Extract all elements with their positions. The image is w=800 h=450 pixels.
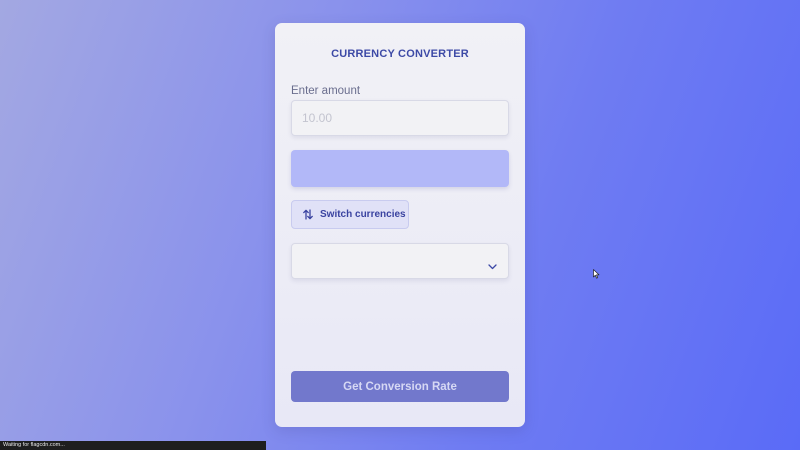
to-currency-select[interactable]: [291, 243, 509, 279]
amount-input[interactable]: [291, 100, 509, 136]
chevron-down-icon: [488, 257, 497, 275]
get-conversion-rate-button[interactable]: Get Conversion Rate: [291, 371, 509, 402]
status-text: Waiting for flagcdn.com...: [3, 442, 65, 448]
from-currency-select[interactable]: [291, 150, 509, 187]
get-conversion-rate-label: Get Conversion Rate: [343, 380, 457, 393]
amount-label: Enter amount: [291, 85, 361, 97]
browser-status-bar: Waiting for flagcdn.com...: [0, 441, 266, 450]
swap-vertical-icon: [303, 209, 313, 220]
switch-currencies-button[interactable]: Switch currencies: [291, 200, 409, 229]
switch-currencies-label: Switch currencies: [320, 209, 406, 220]
converter-title: CURRENCY CONVERTER: [331, 48, 469, 60]
converter-card: CURRENCY CONVERTER Enter amount Switch c…: [275, 23, 525, 427]
mouse-pointer-icon: [593, 266, 600, 284]
